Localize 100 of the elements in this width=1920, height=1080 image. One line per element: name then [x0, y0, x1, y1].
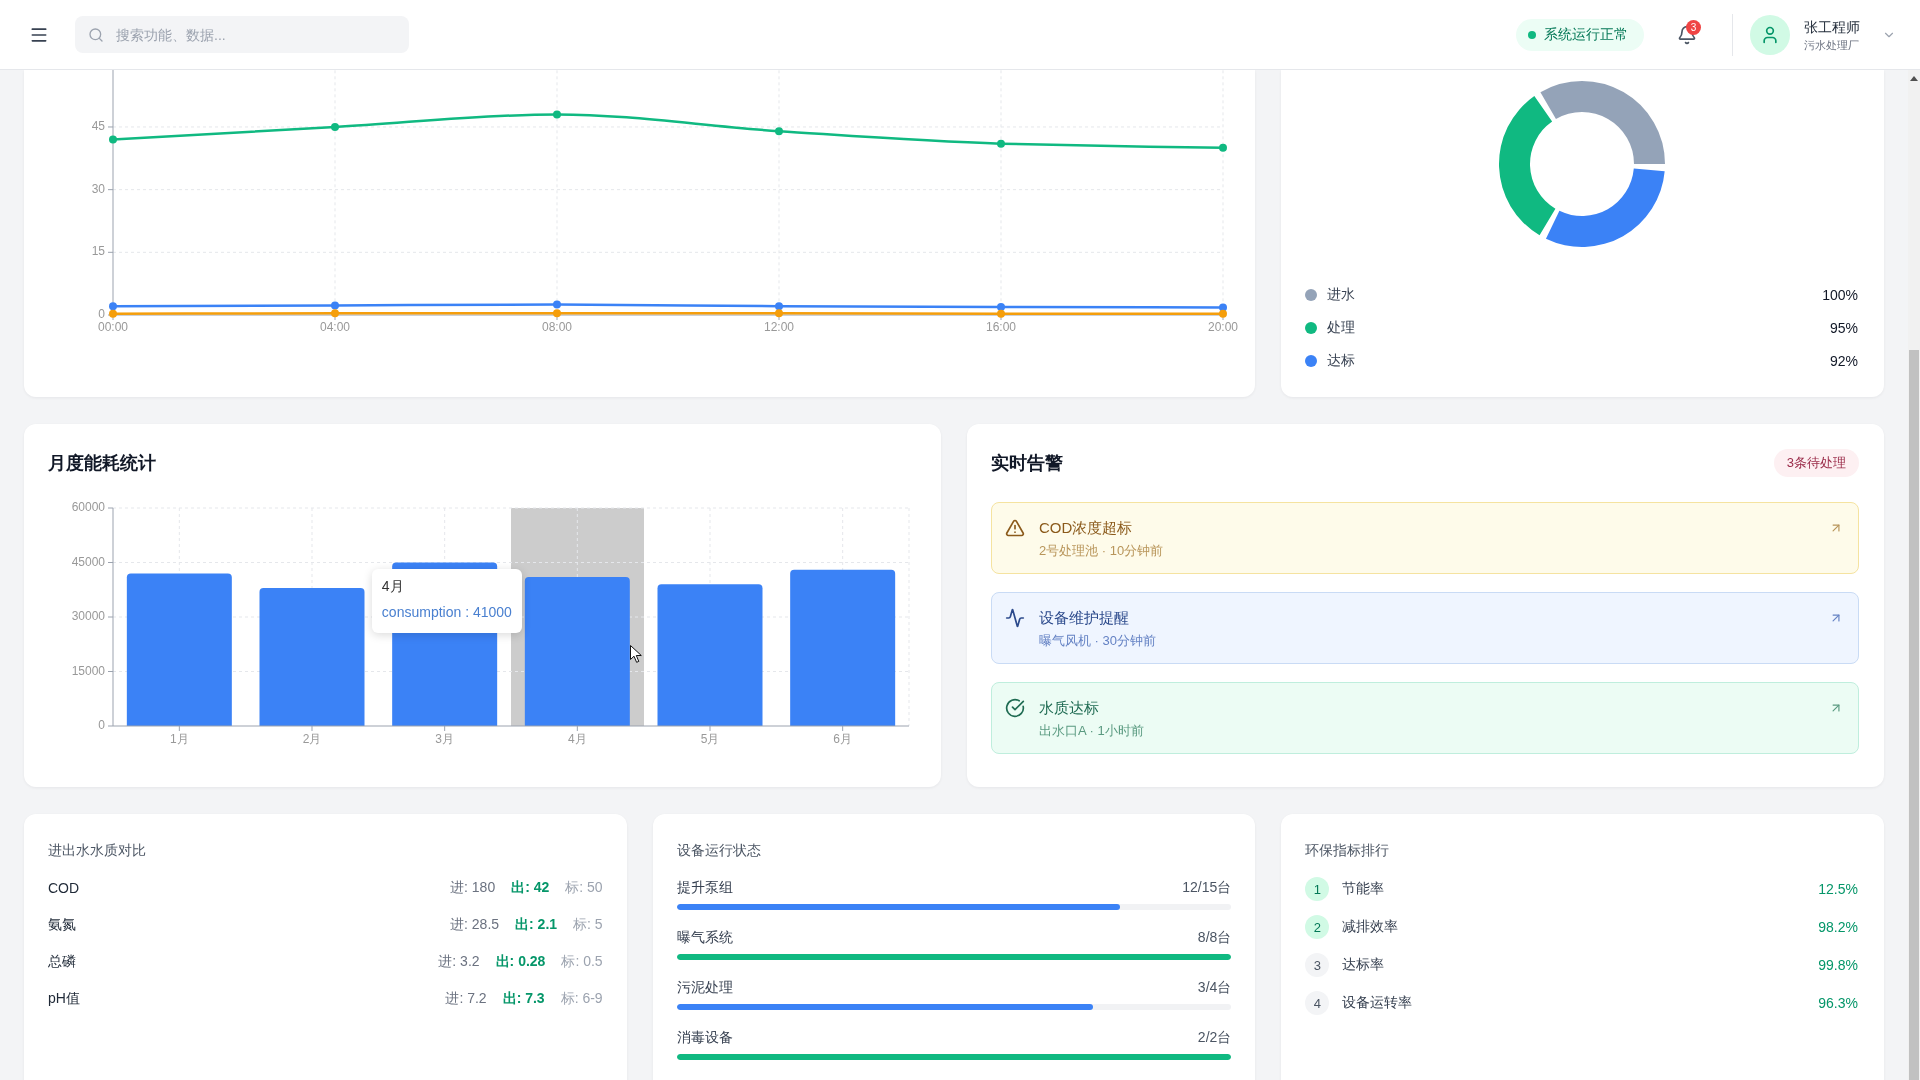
notification-count: 3 [1686, 19, 1701, 35]
rank-badge: 1 [1305, 877, 1330, 901]
alert-item[interactable]: COD浓度超标 2号处理池 · 10分钟前 [991, 502, 1859, 574]
legend-label: 达标 [1327, 352, 1356, 370]
axis-label: 20:00 [1208, 320, 1238, 335]
axis-label: 00:00 [98, 320, 128, 335]
user-role: 污水处理厂 [1804, 37, 1860, 52]
alert-title: COD浓度超标 [1039, 518, 1134, 538]
alert-detail: 出水口A · 1小时前 [1039, 722, 1144, 740]
axis-label: 08:00 [542, 320, 572, 335]
axis-label: 12:00 [764, 320, 794, 335]
metric-name: 减排效率 [1342, 918, 1399, 936]
metric-name: 节能率 [1342, 880, 1385, 898]
card-title: 环保指标排行 [1305, 842, 1391, 858]
card-title: 月度能耗统计 [48, 452, 157, 474]
alert-item[interactable]: 水质达标 出水口A · 1小时前 [991, 682, 1859, 754]
axis-label: 0 [98, 307, 105, 322]
status-dot-icon [1528, 30, 1536, 39]
legend-value: 92% [1829, 353, 1858, 369]
alert-item[interactable]: 设备维护提醒 曝气风机 · 30分钟前 [991, 592, 1859, 664]
rank-badge: 4 [1305, 991, 1330, 1015]
metric-value: 99.8% [1818, 957, 1858, 973]
alert-title: 设备维护提醒 [1039, 608, 1130, 628]
axis-label: 2月 [302, 732, 322, 747]
equipment-count: 2/2台 [1197, 1029, 1232, 1047]
inflow-value: 进: 3.2 [438, 953, 480, 971]
data-point [1219, 143, 1227, 152]
legend-value: 95% [1829, 320, 1858, 336]
axis-label: 6月 [833, 732, 852, 747]
status-label: 系统运行正常 [1544, 25, 1628, 44]
axis-label: 60000 [71, 500, 105, 515]
card-title: 实时告警 [991, 452, 1063, 474]
outflow-value: 出: 7.3 [502, 990, 545, 1008]
search-field[interactable]: 搜索功能、数据... [75, 16, 409, 53]
axis-label: 45 [91, 119, 105, 134]
metric-value: 98.2% [1818, 919, 1858, 935]
equipment-count: 3/4台 [1197, 979, 1232, 997]
metric-value: 12.5% [1818, 881, 1858, 897]
standard-value: 标: 0.5 [561, 953, 603, 971]
alert-title: 水质达标 [1039, 698, 1100, 718]
axis-label: 1月 [170, 732, 189, 747]
standard-value: 标: 6-9 [560, 990, 603, 1008]
data-point [553, 110, 561, 119]
check-circle-icon [1005, 698, 1025, 718]
search-icon [88, 26, 104, 43]
data-point [109, 135, 117, 144]
equipment-count: 12/15台 [1182, 879, 1232, 897]
axis-label: 15000 [71, 663, 105, 678]
warning-icon [1005, 518, 1025, 538]
rank-badge: 2 [1305, 915, 1330, 939]
equipment-count: 8/8台 [1197, 929, 1232, 947]
parameter-name: pH值 [48, 990, 80, 1008]
tooltip-title: 4月 [381, 577, 405, 595]
axis-label: 30000 [71, 609, 105, 624]
axis-label: 3月 [435, 732, 454, 747]
legend-label: 处理 [1327, 319, 1356, 337]
tooltip-value: consumption : 41000 [381, 603, 512, 621]
user-avatar-icon[interactable] [1750, 14, 1790, 55]
axis-label: 04:00 [320, 320, 350, 335]
parameter-name: 总磷 [48, 953, 76, 971]
rank-badge: 3 [1305, 953, 1330, 977]
axis-label: 16:00 [986, 320, 1016, 335]
standard-value: 标: 50 [565, 879, 603, 897]
parameter-name: COD [48, 880, 80, 896]
data-point [775, 127, 783, 136]
metric-name: 达标率 [1342, 956, 1385, 974]
data-point [331, 123, 339, 131]
axis-label: 0 [98, 718, 105, 733]
scroll-up-arrow-icon[interactable] [1910, 76, 1918, 81]
card-title: 设备运行状态 [676, 842, 762, 858]
inflow-value: 进: 180 [450, 879, 496, 897]
axis-label: 45000 [71, 554, 105, 569]
alert-detail: 曝气风机 · 30分钟前 [1039, 632, 1156, 650]
mouse-pointer-icon [629, 645, 642, 663]
axis-label: 15 [91, 244, 105, 259]
inflow-value: 进: 28.5 [450, 916, 500, 934]
standard-value: 标: 5 [573, 916, 603, 934]
alert-detail: 2号处理池 · 10分钟前 [1039, 542, 1164, 560]
user-name: 张工程师 [1804, 17, 1860, 36]
metric-name: 设备运转率 [1342, 994, 1413, 1012]
equipment-name: 消毒设备 [676, 1029, 733, 1047]
pending-count-badge: 3条待处理 [1773, 449, 1859, 477]
bell-icon[interactable] [1677, 24, 1697, 45]
equipment-name: 曝气系统 [676, 929, 733, 947]
axis-label: 5月 [700, 732, 720, 747]
parameter-name: 氨氮 [48, 916, 76, 934]
metric-value: 96.3% [1818, 995, 1858, 1011]
inflow-value: 进: 7.2 [445, 990, 487, 1008]
equipment-name: 污泥处理 [676, 979, 733, 997]
outflow-value: 出: 2.1 [515, 916, 558, 934]
card-title: 进出水水质对比 [48, 842, 147, 858]
equipment-name: 提升泵组 [676, 879, 733, 897]
legend-value: 100% [1822, 287, 1858, 303]
scrollbar-thumb[interactable] [1909, 350, 1919, 1080]
outflow-value: 出: 42 [511, 879, 550, 897]
axis-label: 30 [91, 181, 105, 196]
pulse-icon [1005, 608, 1025, 628]
legend-label: 进水 [1327, 286, 1356, 304]
data-point [997, 139, 1005, 148]
scrollbar[interactable] [1908, 70, 1920, 1080]
